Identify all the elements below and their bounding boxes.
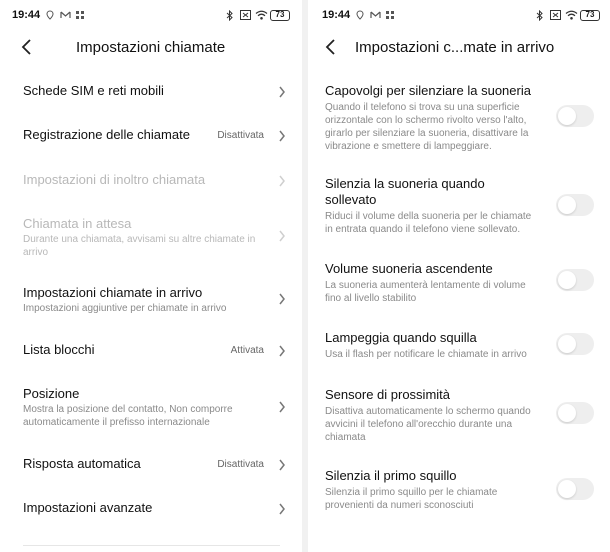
silence-first-ring-toggle[interactable]: [556, 478, 594, 500]
setting-title: Silenzia la suoneria quando sollevato: [325, 176, 485, 207]
toggle-knob: [558, 480, 576, 498]
bluetooth-icon: [535, 9, 545, 22]
menu-item-block-list[interactable]: Lista blocchi Attivata: [23, 342, 286, 360]
menu-item-call-waiting: Chiamata in attesa Durante una chiamata,…: [23, 216, 286, 258]
status-bar: 19:44 73: [310, 0, 610, 30]
header: Impostazioni chiamate: [0, 32, 300, 62]
menu-item-incoming-call-settings[interactable]: Impostazioni chiamate in arrivo Impostaz…: [23, 285, 286, 317]
setting-subtitle: Quando il telefono si trova su una super…: [325, 102, 529, 152]
toggle-knob: [558, 335, 576, 353]
status-time: 19:44: [322, 9, 351, 21]
back-button[interactable]: [322, 37, 342, 57]
bluetooth-icon: [225, 9, 235, 22]
mail-icon: [60, 10, 71, 20]
header: Impostazioni c...mate in arrivo: [310, 32, 610, 62]
location-icon: [45, 10, 55, 20]
setting-subtitle: Disattiva automaticamente lo schermo qua…: [325, 406, 531, 443]
chevron-right-icon: [279, 503, 285, 515]
setting-title: Sensore di prossimità: [325, 387, 450, 402]
setting-proximity-sensor: Sensore di prossimità Disattiva automati…: [325, 387, 596, 445]
page-title: Impostazioni chiamate: [76, 39, 226, 56]
menu-item-call-forwarding: Impostazioni di inoltro chiamata: [23, 172, 286, 190]
setting-silence-first-ring: Silenzia il primo squillo Silenzia il pr…: [325, 468, 596, 512]
back-button[interactable]: [18, 37, 38, 57]
menu-item-title: Chiamata in attesa: [23, 216, 132, 231]
location-icon: [355, 10, 365, 20]
mail-icon: [370, 10, 381, 20]
screen-separator: [302, 0, 308, 552]
chevron-right-icon: [279, 401, 285, 413]
menu-item-title: Posizione: [23, 386, 80, 401]
wifi-icon: [565, 10, 578, 20]
call-recording-value: Disattivata: [217, 130, 264, 141]
toggle-knob: [558, 196, 576, 214]
flip-to-silence-toggle[interactable]: [556, 105, 594, 127]
battery-indicator: 73: [270, 9, 290, 21]
apps-icon: [385, 10, 395, 20]
menu-item-subtitle: Impostazioni aggiuntive per chiamate in …: [23, 303, 227, 314]
chevron-right-icon: [279, 130, 285, 142]
setting-title: Volume suoneria ascendente: [325, 261, 493, 276]
silence-on-pickup-toggle[interactable]: [556, 194, 594, 216]
page-title: Impostazioni c...mate in arrivo: [355, 39, 555, 56]
setting-ascending-ringtone: Volume suoneria ascendente La suoneria a…: [325, 261, 596, 305]
menu-item-sim-networks[interactable]: Schede SIM e reti mobili: [23, 83, 286, 101]
chevron-right-icon: [279, 230, 285, 242]
chevron-right-icon: [279, 175, 285, 187]
back-arrow-icon: [325, 39, 335, 55]
setting-flash-on-ring: Lampeggia quando squilla Usa il flash pe…: [325, 330, 596, 362]
menu-item-title: Impostazioni di inoltro chiamata: [23, 172, 206, 187]
setting-title: Silenzia il primo squillo: [325, 468, 457, 483]
ascending-ringtone-toggle[interactable]: [556, 269, 594, 291]
setting-title: Capovolgi per silenziare la suoneria: [325, 83, 531, 98]
toggle-knob: [558, 107, 576, 125]
incoming-call-settings-screen: 19:44 73 Impostazioni c...mate in arrivo…: [310, 0, 610, 552]
sim-disabled-icon: [550, 10, 561, 20]
battery-indicator: 73: [580, 9, 600, 21]
toggle-knob: [558, 404, 576, 422]
menu-item-advanced-settings[interactable]: Impostazioni avanzate: [23, 500, 286, 518]
chevron-right-icon: [279, 86, 285, 98]
menu-item-call-recording[interactable]: Registrazione delle chiamate Disattivata: [23, 127, 286, 145]
menu-item-auto-answer[interactable]: Risposta automatica Disattivata: [23, 456, 286, 474]
flash-on-ring-toggle[interactable]: [556, 333, 594, 355]
menu-item-subtitle: Mostra la posizione del contatto, Non co…: [23, 404, 233, 428]
call-settings-screen: 19:44 73 Impostazioni chiamate Schede SI…: [0, 0, 300, 552]
status-time: 19:44: [12, 9, 41, 21]
list-bottom-divider: [23, 545, 280, 546]
setting-subtitle: La suoneria aumenterà lentamente di volu…: [325, 280, 526, 304]
block-list-value: Attivata: [230, 345, 264, 356]
back-arrow-icon: [21, 39, 31, 55]
setting-silence-on-pickup: Silenzia la suoneria quando sollevato Ri…: [325, 176, 596, 235]
setting-flip-to-silence: Capovolgi per silenziare la suoneria Qua…: [325, 83, 596, 152]
menu-item-title: Impostazioni chiamate in arrivo: [23, 285, 203, 300]
wifi-icon: [255, 10, 268, 20]
menu-item-subtitle: Durante una chiamata, avvisami su altre …: [23, 234, 256, 258]
chevron-right-icon: [279, 293, 285, 305]
chevron-right-icon: [279, 345, 285, 357]
proximity-sensor-toggle[interactable]: [556, 402, 594, 424]
setting-subtitle: Silenzia il primo squillo per le chiamat…: [325, 487, 498, 511]
chevron-right-icon: [279, 459, 285, 471]
menu-item-title: Impostazioni avanzate: [23, 500, 153, 515]
toggle-knob: [558, 271, 576, 289]
setting-subtitle: Usa il flash per notificare le chiamate …: [325, 349, 527, 360]
menu-item-title: Schede SIM e reti mobili: [23, 83, 164, 98]
status-bar: 19:44 73: [0, 0, 300, 30]
apps-icon: [75, 10, 85, 20]
auto-answer-value: Disattivata: [217, 459, 264, 470]
setting-subtitle: Riduci il volume della suoneria per le c…: [325, 211, 532, 235]
sim-disabled-icon: [240, 10, 251, 20]
menu-item-location[interactable]: Posizione Mostra la posizione del contat…: [23, 386, 286, 430]
